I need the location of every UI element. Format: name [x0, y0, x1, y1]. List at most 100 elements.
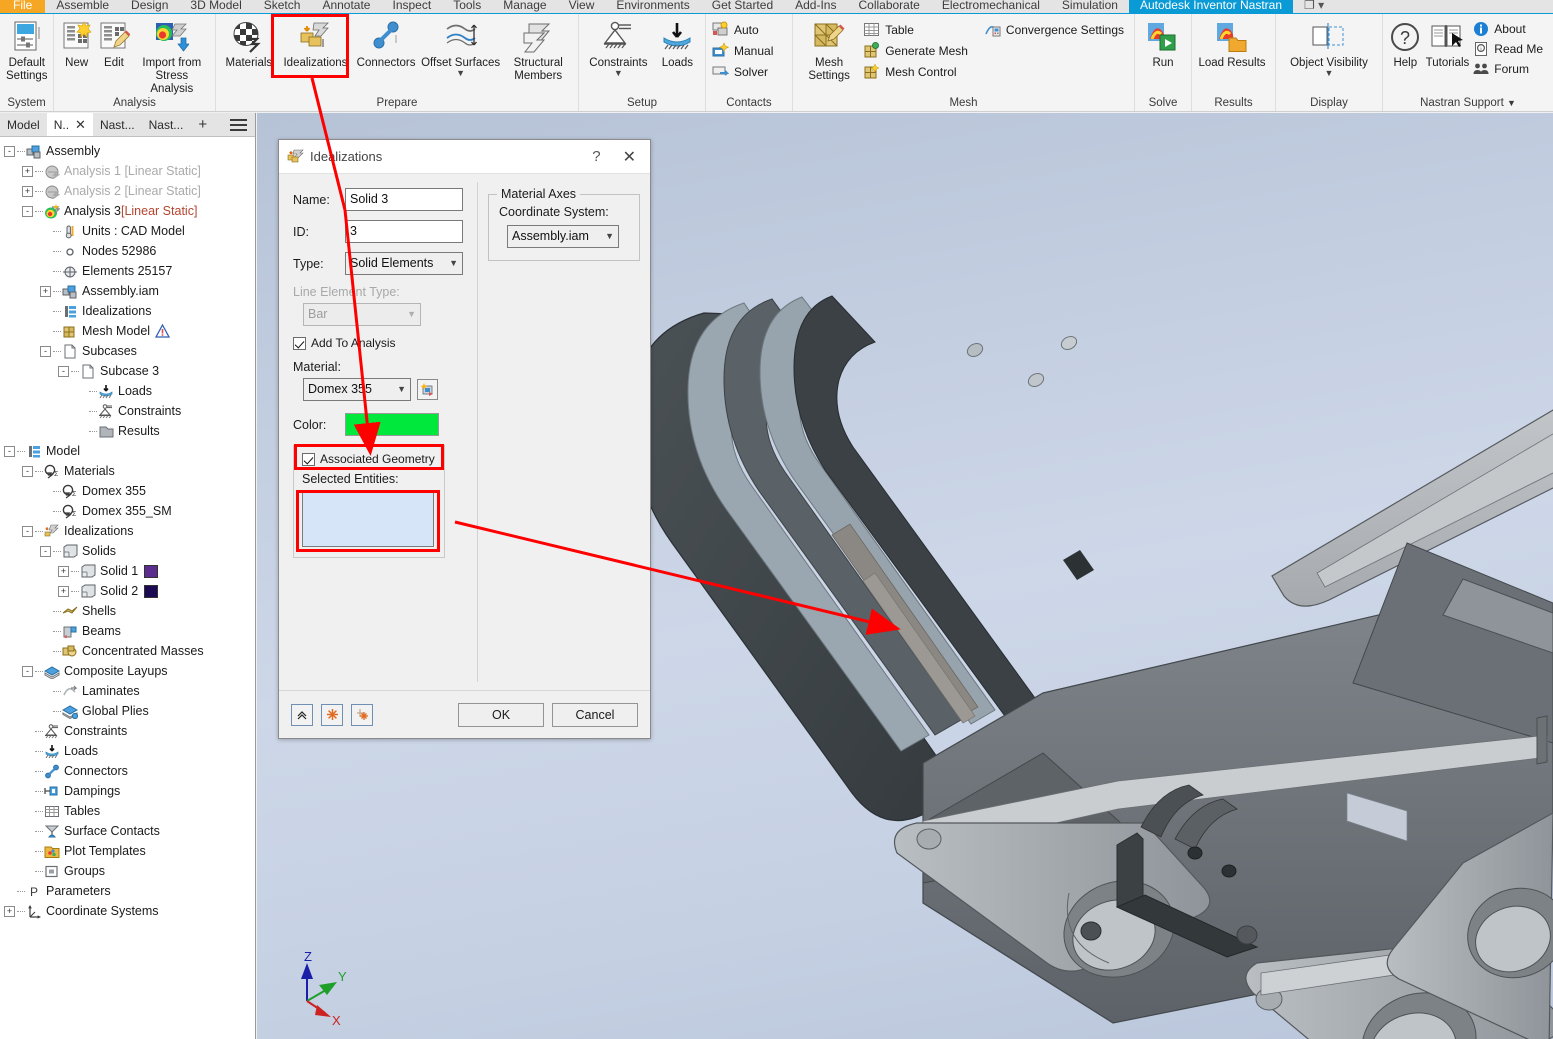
ribbon-tab-add-ins[interactable]: Add-Ins	[784, 0, 847, 13]
ribbon-tab-tools[interactable]: Tools	[442, 0, 492, 13]
tree-item-materials[interactable]: - Σ Materials	[0, 461, 255, 481]
materials-button[interactable]: Materials	[220, 16, 278, 70]
dialog-title-bar[interactable]: Idealizations ? ✕	[279, 140, 650, 174]
tree-item-analysis-3-[interactable]: - Analysis 3 [Linear Static]	[0, 201, 255, 221]
collapse-icon[interactable]: -	[4, 445, 15, 457]
browser-menu-button[interactable]	[222, 113, 255, 136]
mesh-control-button[interactable]: Mesh Control	[861, 61, 974, 82]
idealizations-dialog[interactable]: Idealizations ? ✕ Name: Solid 3 ID: 3 Ty…	[278, 139, 651, 739]
ribbon-tab-autodesk-inventor-nastran[interactable]: Autodesk Inventor Nastran	[1128, 0, 1294, 13]
object-visibility-button[interactable]: Object Visibility ▼	[1280, 16, 1378, 78]
tree-item-domex-355-sm[interactable]: Σ Domex 355_SM	[0, 501, 255, 521]
close-icon[interactable]: ✕	[75, 117, 86, 133]
expand-icon[interactable]: +	[22, 165, 33, 177]
tree-item-laminates[interactable]: Laminates	[0, 681, 255, 701]
browser-tab-2[interactable]: Nast...	[93, 113, 142, 136]
browser-tab-3[interactable]: Nast...	[142, 113, 191, 136]
ribbon-tab-inspect[interactable]: Inspect	[381, 0, 442, 13]
tree-item-coordinate-systems[interactable]: + Coordinate Systems	[0, 901, 255, 921]
tree-item-loads[interactable]: Loads	[0, 741, 255, 761]
tree-item-assembly[interactable]: - Assembly	[0, 141, 255, 161]
associated-geometry-checkbox[interactable]	[302, 452, 315, 466]
tree-item-surface-contacts[interactable]: Surface Contacts	[0, 821, 255, 841]
forum-button[interactable]: Forum	[1471, 59, 1549, 79]
dialog-close-button[interactable]: ✕	[613, 147, 646, 167]
cancel-button[interactable]: Cancel	[552, 702, 638, 727]
mesh-table-button[interactable]: Table	[861, 19, 974, 40]
coordinate-system-select[interactable]: Assembly.iam ▼	[507, 225, 619, 248]
tree-item-results[interactable]: Results	[0, 421, 255, 441]
ribbon-tab-environments[interactable]: Environments	[605, 0, 700, 13]
new-analysis-button[interactable]: New	[58, 16, 95, 70]
expand-icon[interactable]: +	[4, 905, 15, 917]
color-swatch[interactable]	[345, 413, 439, 436]
structural-members-button[interactable]: Structural Members	[502, 16, 574, 83]
connectors-button[interactable]: Connectors	[353, 16, 419, 70]
solid-color-swatch[interactable]	[144, 564, 159, 578]
tree-item-mesh-model[interactable]: Mesh Model	[0, 321, 255, 341]
collapse-icon[interactable]: -	[22, 465, 33, 477]
ribbon-display-options-icon[interactable]: ❐ ▾	[1293, 0, 1335, 13]
add-to-analysis-row[interactable]: Add To Analysis	[293, 336, 477, 350]
idealizations-button[interactable]: Idealizations	[278, 16, 354, 70]
expand-icon[interactable]: +	[58, 585, 69, 597]
ribbon-tab-design[interactable]: Design	[120, 0, 179, 13]
type-select[interactable]: Solid Elements ▼	[345, 252, 463, 275]
load-results-button[interactable]: Load Results	[1196, 16, 1268, 70]
constraints-button[interactable]: Constraints ▼	[583, 16, 654, 78]
tree-item-subcases[interactable]: - Subcases	[0, 341, 255, 361]
chevron-down-icon[interactable]: ▼	[456, 69, 465, 78]
tree-item-groups[interactable]: Groups	[0, 861, 255, 881]
tree-item-constraints[interactable]: Constraints	[0, 401, 255, 421]
chevron-down-icon[interactable]: ▼	[1325, 69, 1334, 78]
ribbon-tab-file[interactable]: File	[0, 0, 46, 13]
tree-item-assembly-iam[interactable]: + Assembly.iam	[0, 281, 255, 301]
tree-item-beams[interactable]: Beams	[0, 621, 255, 641]
browser-tab-bar[interactable]: Model N.. ✕ Nast... Nast... +	[0, 113, 255, 137]
loads-button[interactable]: Loads	[654, 16, 701, 70]
offset-surfaces-button[interactable]: Offset Surfaces ▼	[419, 16, 503, 78]
add-to-analysis-checkbox[interactable]	[293, 336, 306, 350]
collapse-icon[interactable]: -	[40, 545, 51, 557]
ribbon-tab-simulation[interactable]: Simulation	[1051, 0, 1129, 13]
auto-contacts-button[interactable]: Auto	[710, 19, 779, 40]
convergence-settings-button[interactable]: Convergence Settings	[982, 19, 1130, 40]
collapse-icon[interactable]: -	[40, 345, 51, 357]
solver-contacts-button[interactable]: Solver	[710, 61, 779, 82]
expand-icon[interactable]: +	[40, 285, 51, 297]
tree-item-composite-layups[interactable]: - Composite Layups	[0, 661, 255, 681]
material-select[interactable]: Domex 355 ▼	[303, 378, 411, 401]
default-settings-button[interactable]: Default Settings	[4, 16, 50, 83]
browser-tab-1[interactable]: N.. ✕	[46, 113, 93, 136]
generate-mesh-button[interactable]: Generate Mesh	[861, 40, 974, 61]
new-material-button[interactable]	[417, 379, 438, 400]
edit-analysis-button[interactable]: Edit	[95, 16, 132, 70]
tree-item-idealizations[interactable]: - Idealizations	[0, 521, 255, 541]
associated-geometry-row[interactable]: Associated Geometry	[302, 452, 436, 466]
ribbon-tab-annotate[interactable]: Annotate	[311, 0, 381, 13]
read-me-button[interactable]: i Read Me	[1471, 39, 1549, 59]
tree-item-domex-355[interactable]: Σ Domex 355	[0, 481, 255, 501]
chevron-down-icon[interactable]: ▼	[614, 69, 623, 78]
tree-item-model[interactable]: - Model	[0, 441, 255, 461]
model-tree[interactable]: - Assembly + Analysis 1 [Linear Static] + Ana…	[0, 137, 255, 921]
tree-item-plot-templates[interactable]: Plot Templates	[0, 841, 255, 861]
tree-item-nodes-52986[interactable]: Nodes 52986	[0, 241, 255, 261]
tree-item-solid-2[interactable]: + Solid 2	[0, 581, 255, 601]
expand-icon[interactable]: +	[22, 185, 33, 197]
tree-item-connectors[interactable]: Connectors	[0, 761, 255, 781]
about-button[interactable]: About	[1471, 19, 1549, 39]
ribbon-tab-assemble[interactable]: Assemble	[45, 0, 120, 13]
mesh-settings-button[interactable]: Mesh Settings	[797, 16, 861, 83]
tree-item-idealizations[interactable]: Idealizations	[0, 301, 255, 321]
name-input[interactable]: Solid 3	[345, 188, 463, 211]
add-browser-tab-button[interactable]: +	[190, 113, 215, 136]
tree-item-dampings[interactable]: Dampings	[0, 781, 255, 801]
browser-tab-0[interactable]: Model	[0, 113, 47, 136]
ribbon-tab-sketch[interactable]: Sketch	[253, 0, 312, 13]
ribbon-tab-electromechanical[interactable]: Electromechanical	[931, 0, 1051, 13]
collapse-icon[interactable]: -	[4, 145, 15, 157]
tree-item-parameters[interactable]: P Parameters	[0, 881, 255, 901]
ok-button[interactable]: OK	[458, 702, 544, 727]
ribbon-tab-3d-model[interactable]: 3D Model	[179, 0, 252, 13]
